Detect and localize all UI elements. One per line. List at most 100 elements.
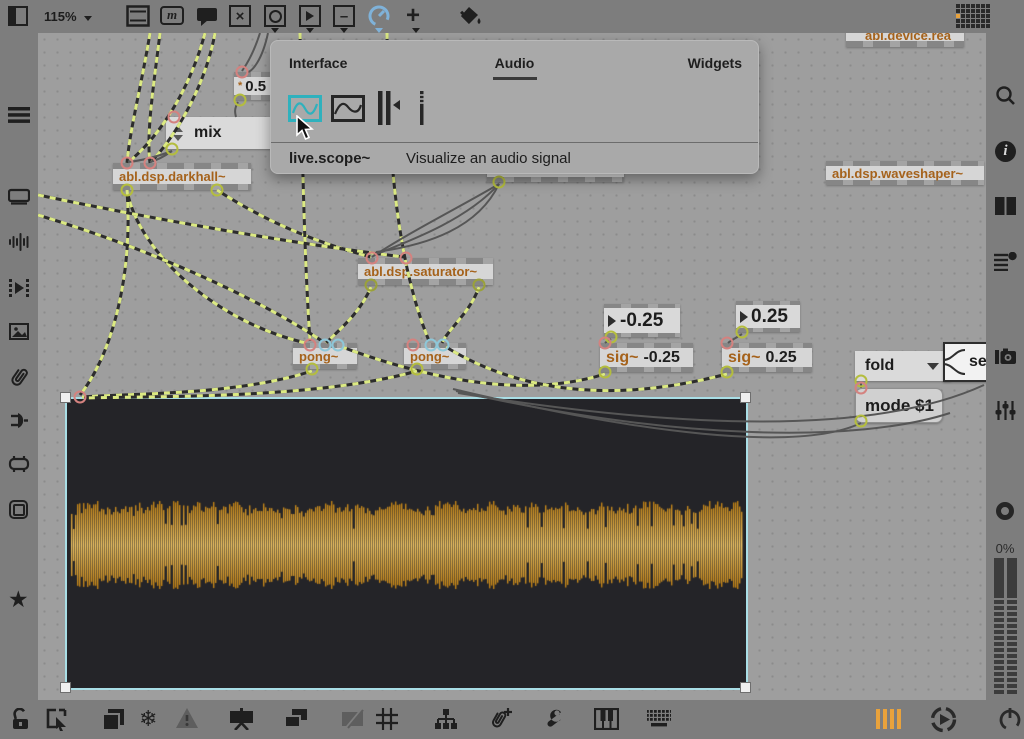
info-icon[interactable]: i [995, 141, 1016, 162]
power-icon[interactable] [998, 707, 1022, 731]
unlock-icon[interactable] [10, 708, 32, 731]
search-icon[interactable] [995, 85, 1016, 106]
activity-bars-icon[interactable] [876, 709, 901, 729]
object-box-sig-pos[interactable]: sig~ 0.25 [722, 343, 812, 372]
outlet[interactable] [411, 363, 424, 376]
outlet[interactable] [473, 279, 486, 292]
tab-interface[interactable]: Interface [289, 55, 347, 71]
menu-icon[interactable] [8, 106, 30, 124]
layers-icon[interactable] [102, 708, 125, 731]
star-icon[interactable]: ★ [8, 586, 29, 613]
inlet[interactable] [437, 339, 450, 352]
live-dial-icon[interactable] [367, 4, 391, 28]
number-object-icon[interactable]: – [333, 5, 355, 27]
inlet[interactable] [236, 66, 249, 79]
zoom-level-dropdown[interactable]: 115% [44, 9, 92, 24]
inlet[interactable] [721, 337, 734, 350]
columns-icon[interactable] [995, 197, 1016, 215]
toggle-object-icon[interactable] [299, 5, 321, 27]
outlet[interactable] [493, 176, 506, 189]
wrench-icon[interactable] [540, 707, 564, 731]
outlet[interactable] [855, 415, 868, 428]
inlet[interactable] [400, 252, 413, 265]
outlet[interactable] [306, 363, 319, 376]
select-region-icon[interactable] [46, 708, 69, 731]
umenu-mix[interactable]: mix [166, 117, 280, 149]
chevron-down-icon[interactable] [340, 28, 348, 33]
inlet[interactable] [855, 382, 868, 395]
inlet[interactable] [319, 339, 332, 352]
snapshot-camera-icon[interactable] [995, 348, 1016, 366]
selection-handle[interactable] [60, 392, 71, 403]
outlet[interactable] [211, 184, 224, 197]
chevron-down-icon[interactable] [271, 28, 279, 33]
inlet[interactable] [144, 157, 157, 170]
chevron-down-icon[interactable] [375, 28, 383, 33]
live-gain-icon[interactable] [377, 91, 401, 125]
piano-icon[interactable] [594, 708, 619, 730]
inlet[interactable] [121, 157, 134, 170]
message-object-icon[interactable]: m [160, 6, 184, 25]
faders-icon[interactable] [995, 401, 1016, 420]
selection-handle[interactable] [60, 682, 71, 693]
freeze-icon[interactable]: ❄ [139, 706, 157, 732]
meter-icon[interactable] [419, 91, 425, 125]
inlet[interactable] [304, 339, 317, 352]
message-box-mode[interactable]: mode $1 [855, 388, 943, 423]
image-icon[interactable] [9, 323, 29, 340]
keyboard-icon[interactable] [646, 710, 672, 728]
comment-icon[interactable] [196, 7, 218, 27]
chevron-down-icon[interactable] [412, 28, 420, 33]
inlet[interactable] [168, 111, 181, 124]
sidebar-toggle-icon[interactable] [8, 6, 28, 26]
object-box-darkhall[interactable]: abl.dsp.darkhall~ [113, 163, 251, 190]
scope-icon[interactable] [331, 95, 365, 122]
outlet[interactable] [166, 143, 179, 156]
add-object-icon[interactable]: + [406, 2, 420, 30]
outlet[interactable] [121, 184, 134, 197]
media-play-icon[interactable] [9, 278, 29, 298]
hierarchy-icon[interactable] [434, 708, 458, 730]
object-box-device[interactable]: abl.device.rea [846, 33, 964, 47]
audio-wave-icon[interactable] [8, 233, 30, 251]
inlet[interactable] [74, 391, 87, 404]
object-box-sel-partial[interactable]: se [943, 342, 986, 382]
selection-handle[interactable] [740, 392, 751, 403]
outlet[interactable] [736, 326, 749, 339]
selection-handle[interactable] [740, 682, 751, 693]
inspector-square-icon[interactable] [9, 500, 28, 519]
object-box-waveshaper[interactable]: abl.dsp.waveshaper~ [826, 161, 984, 185]
dial-object-icon[interactable] [264, 5, 286, 27]
copy-icon[interactable] [284, 709, 308, 729]
object-box-sig-neg[interactable]: sig~ -0.25 [600, 343, 693, 372]
attach-plus-icon[interactable] [489, 707, 513, 730]
outlet[interactable] [234, 94, 247, 107]
plug-icon[interactable] [9, 411, 29, 430]
outlet[interactable] [365, 279, 378, 292]
inlet[interactable] [599, 337, 612, 350]
tab-audio[interactable]: Audio [493, 55, 537, 80]
outlet[interactable] [599, 366, 612, 379]
console-icon[interactable] [8, 188, 30, 205]
inlet[interactable] [332, 339, 345, 352]
inlet[interactable] [366, 252, 379, 265]
patcher-canvas[interactable]: abl.device.rea * 0.5 mix abl.dsp.darkhal… [38, 33, 986, 700]
object-box-icon[interactable]: × [229, 5, 251, 27]
paint-bucket-icon[interactable] [458, 5, 484, 29]
tab-widgets[interactable]: Widgets [688, 55, 742, 71]
grid-icon[interactable] [376, 708, 398, 730]
presentation-icon[interactable] [229, 708, 254, 730]
warning-icon [175, 707, 199, 729]
transport-icon[interactable] [930, 706, 957, 733]
connector-icon[interactable] [8, 456, 30, 472]
paperclip-icon[interactable] [11, 366, 28, 387]
umenu-fold[interactable]: fold [855, 351, 951, 381]
outlet[interactable] [721, 366, 734, 379]
disc-icon[interactable] [996, 502, 1014, 520]
list-icon[interactable] [994, 252, 1017, 271]
patcher-icon[interactable] [126, 5, 150, 27]
inlet[interactable] [407, 339, 420, 352]
live-scope-display[interactable] [65, 397, 748, 690]
matrix-icon[interactable] [956, 4, 992, 30]
chevron-down-icon[interactable] [306, 28, 314, 33]
